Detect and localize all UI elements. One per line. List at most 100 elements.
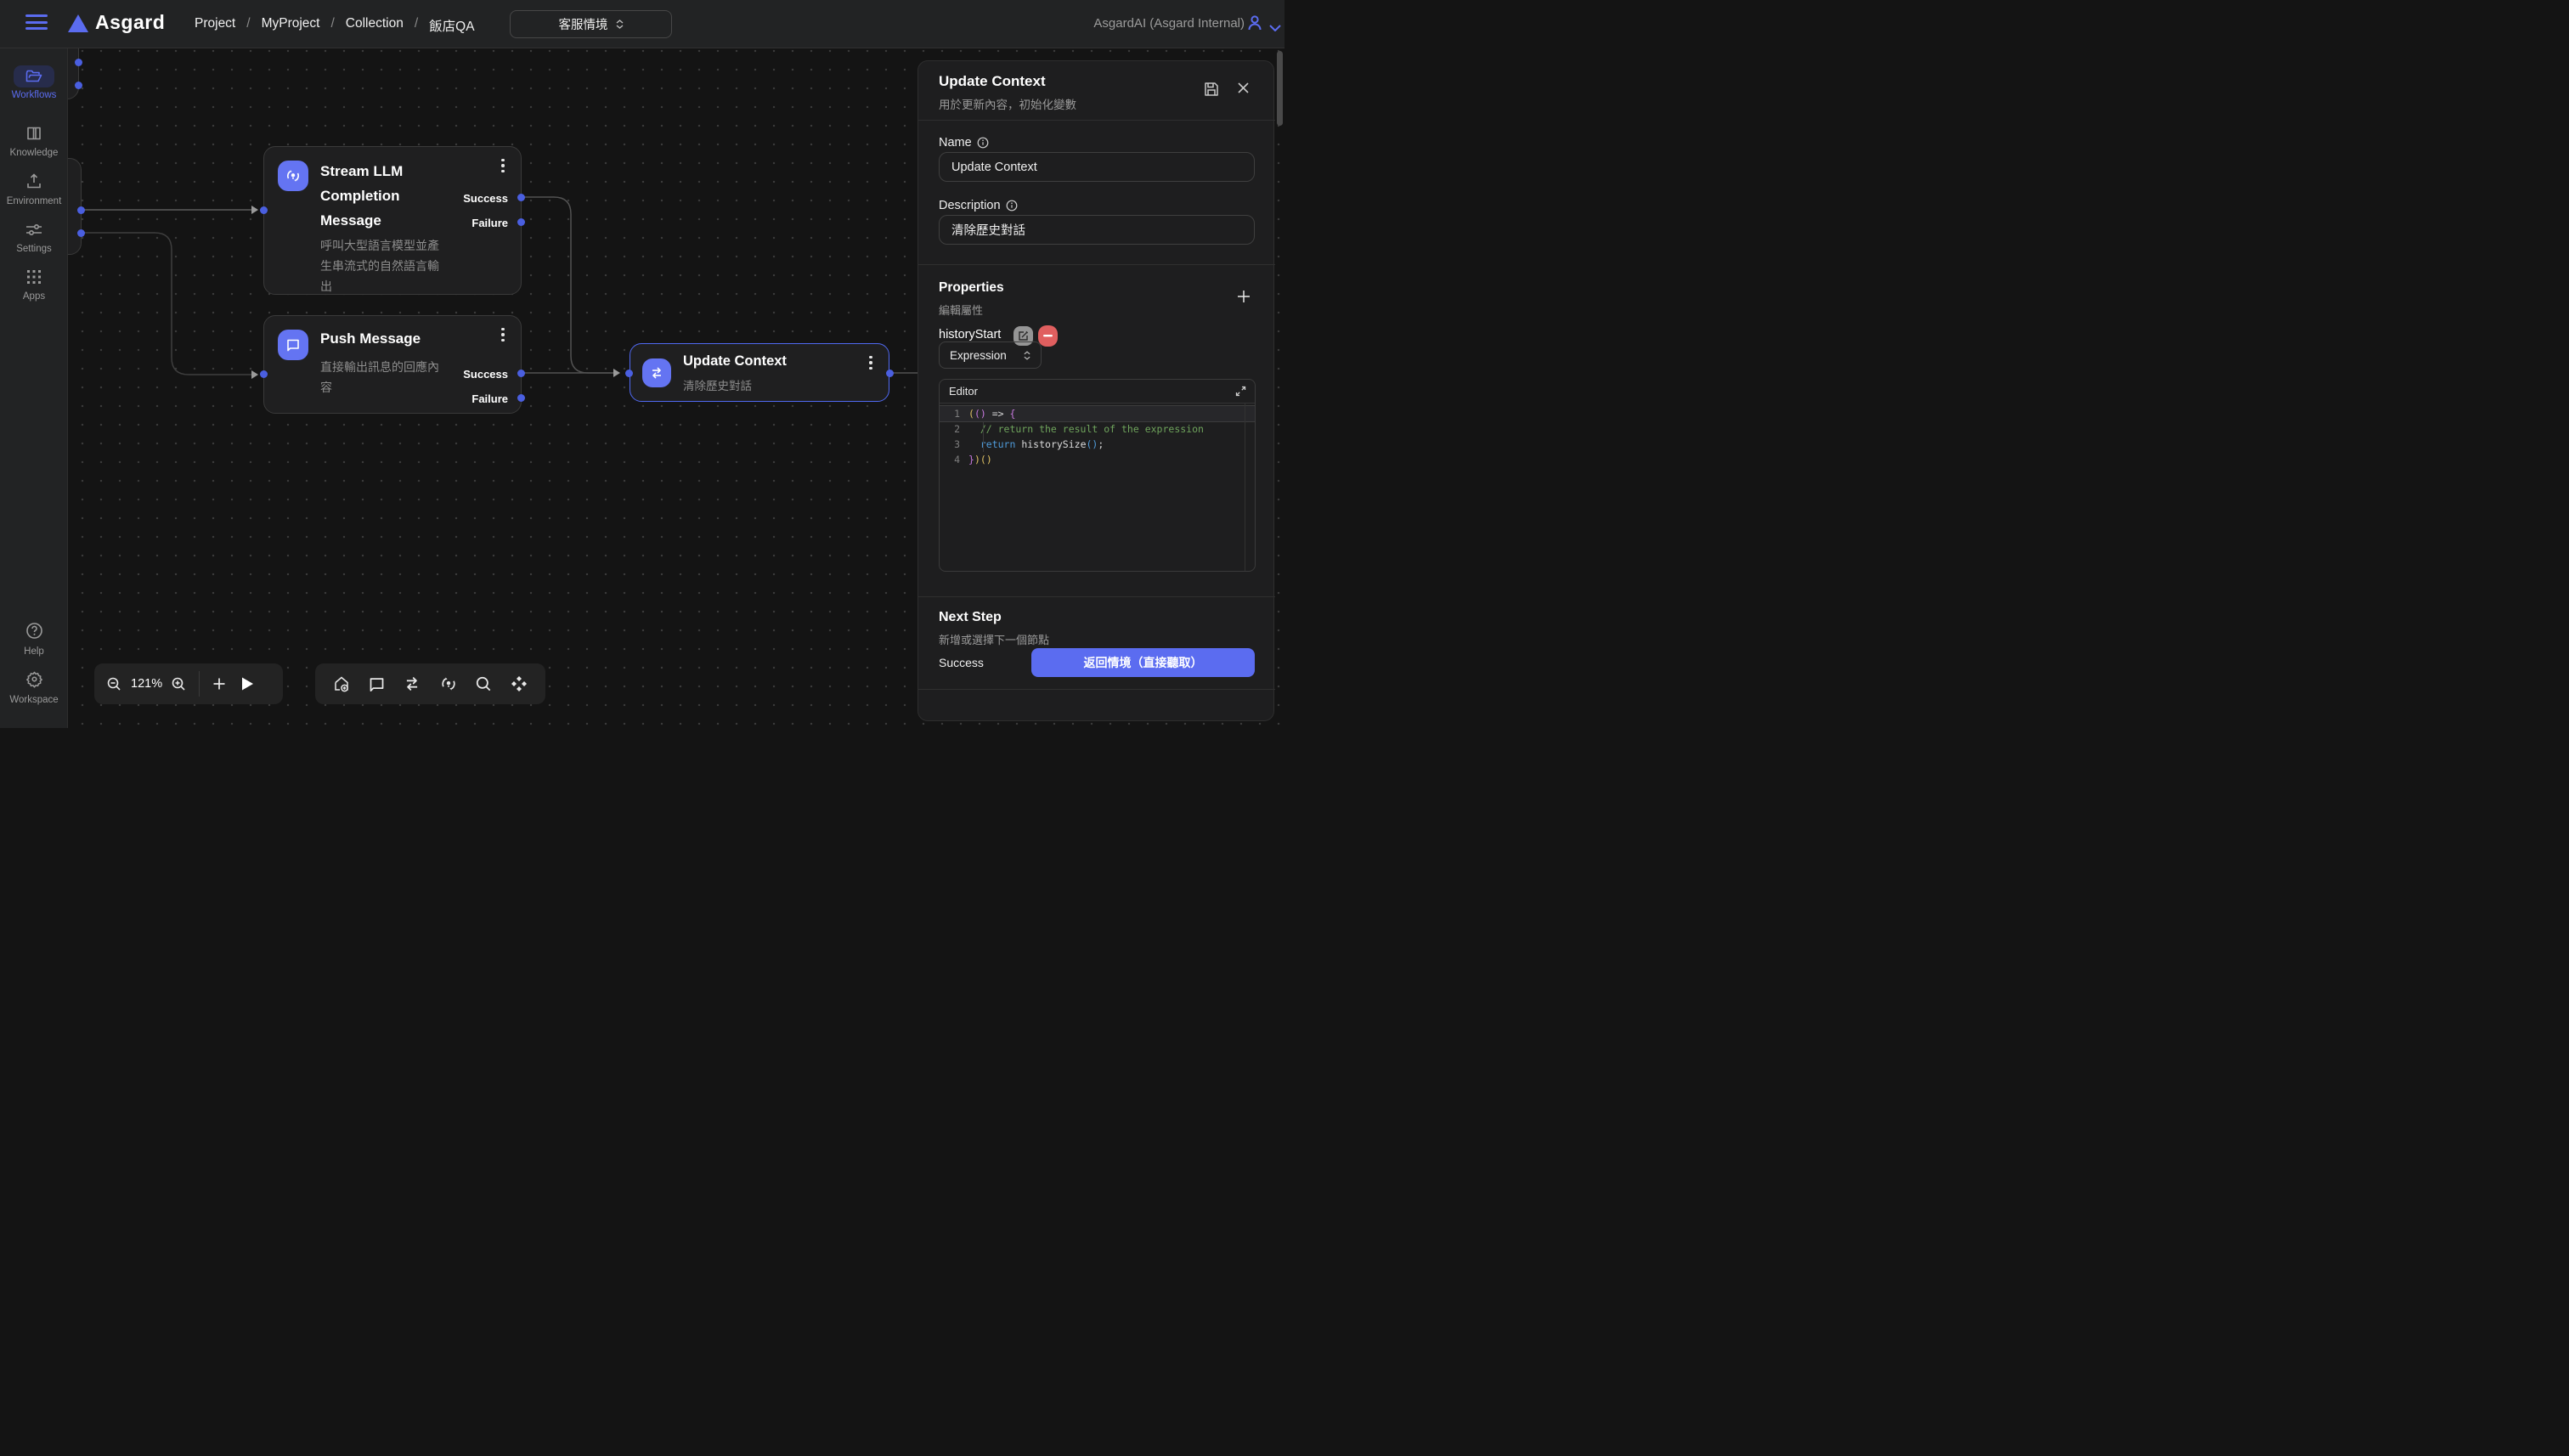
question-icon [14,619,54,641]
run-button[interactable] [240,676,254,691]
node-palette-toolbar [315,663,545,704]
breadcrumb: Project / MyProject / Collection / 飯店QA [195,16,475,35]
breadcrumb-separator: / [330,16,334,35]
sidebar: Workflows Knowledge Environment Settings… [0,48,68,728]
stream-llm-icon [278,161,308,191]
swap-node-icon[interactable] [403,674,421,693]
toolbar-divider [199,671,200,697]
description-input[interactable] [939,215,1255,245]
node-stream-llm[interactable]: Stream LLM Completion Message 呼叫大型語言模型並產… [263,146,522,295]
success-port-label: Success [463,368,508,381]
output-port[interactable] [886,370,894,377]
next-step-title: Next Step [939,610,1002,625]
zoom-out-button[interactable] [106,676,122,692]
chevron-updown-icon [1024,351,1030,360]
sidebar-item-label: Help [0,646,68,657]
node-update-context[interactable]: Update Context 清除歷史對話 [630,343,889,402]
node-push-message[interactable]: Push Message 直接輸出訊息的回應內容 Success Failure [263,315,522,414]
environment-selector-value: 客服情境 [559,15,608,33]
inspector-panel: Update Context 用於更新內容，初始化變數 Name Descrip… [918,60,1274,721]
failure-port[interactable] [517,394,525,402]
property-name: historyStart [939,328,1001,341]
failure-port-label: Failure [471,217,508,229]
breadcrumb-separator: / [246,16,250,35]
save-icon[interactable] [1204,82,1219,97]
success-port[interactable] [517,370,525,377]
menu-icon[interactable] [25,14,48,33]
code-line: 2 // return the result of the expression [940,421,1255,437]
sidebar-item-settings[interactable]: Settings [0,218,68,254]
sidebar-item-knowledge[interactable]: Knowledge [0,122,68,158]
push-message-icon [278,330,308,360]
port-dot[interactable] [75,59,82,66]
user-icon[interactable] [1245,14,1264,32]
remove-property-button[interactable] [1038,325,1058,347]
chevron-down-icon[interactable] [1269,20,1281,36]
breadcrumb-collection[interactable]: Collection [346,16,404,35]
node-menu-button[interactable] [497,328,509,343]
expression-editor[interactable]: Editor 1 (() => { 2 // return the result… [939,379,1256,572]
code-line: 1 (() => { [940,406,1255,421]
zoom-in-button[interactable] [171,676,187,692]
grid-icon [14,266,54,288]
name-input[interactable] [939,152,1255,182]
code-line: 3 return historySize(); [940,437,1255,452]
sidebar-item-apps[interactable]: Apps [0,266,68,302]
success-port-label: Success [463,192,508,205]
node-title: Push Message [320,330,490,347]
sidebar-item-workflows[interactable]: Workflows [0,65,68,100]
sidebar-item-help[interactable]: Help [0,619,68,657]
node-menu-button[interactable] [497,159,509,174]
add-scene-icon[interactable] [332,674,351,693]
sidebar-item-label: Settings [0,244,68,254]
code-area[interactable]: 1 (() => { 2 // return the result of the… [940,404,1255,571]
port-dot[interactable] [77,206,85,214]
add-property-icon[interactable] [1236,289,1251,304]
properties-subtitle: 編輯屬性 [939,302,983,318]
description-label: Description [939,199,1018,212]
page-scrollbar[interactable] [1277,51,1283,126]
breadcrumb-myproject[interactable]: MyProject [262,16,320,35]
editor-header: Editor [940,380,1255,404]
code-line: 4 })() [940,452,1255,467]
update-context-icon [642,358,671,387]
editor-title: Editor [949,385,978,398]
properties-title: Properties [939,280,1004,296]
breadcrumb-workflow[interactable]: 飯店QA [429,16,474,35]
port-dot[interactable] [75,82,82,89]
port-dot[interactable] [77,229,85,237]
breadcrumb-project[interactable]: Project [195,16,235,35]
chevron-updown-icon [616,20,624,29]
node-title: Stream LLM Completion Message [320,159,421,233]
asgard-logo [68,14,88,32]
node-menu-button[interactable] [865,356,877,371]
llm-node-icon[interactable] [439,674,458,693]
failure-port[interactable] [517,218,525,226]
search-node-icon[interactable] [475,675,493,693]
environment-selector[interactable]: 客服情境 [510,10,672,38]
failure-port-label: Failure [471,392,508,405]
input-port[interactable] [260,206,268,214]
auto-layout-icon[interactable] [510,674,528,693]
sidebar-item-workspace[interactable]: Workspace [0,668,68,705]
property-type-select[interactable]: Expression [939,341,1042,369]
book-icon [14,122,54,144]
close-icon[interactable] [1237,82,1250,94]
input-port[interactable] [260,370,268,378]
next-step-target-button[interactable]: 返回情境（直接聽取） [1031,648,1255,677]
node-description: 直接輸出訊息的回應內容 [320,357,449,398]
add-button[interactable] [212,676,227,691]
node-title: Update Context [683,353,870,370]
inspector-title: Update Context [939,73,1046,90]
property-type-value: Expression [950,349,1007,362]
expand-icon[interactable] [1235,386,1246,397]
sidebar-item-label: Environment [0,196,68,206]
success-port[interactable] [517,194,525,201]
indent-guide [983,421,984,452]
breadcrumb-separator: / [415,16,418,35]
sidebar-item-label: Knowledge [0,148,68,158]
message-node-icon[interactable] [368,675,386,693]
sidebar-item-environment[interactable]: Environment [0,170,68,206]
input-port[interactable] [625,370,633,377]
info-icon [977,137,989,149]
